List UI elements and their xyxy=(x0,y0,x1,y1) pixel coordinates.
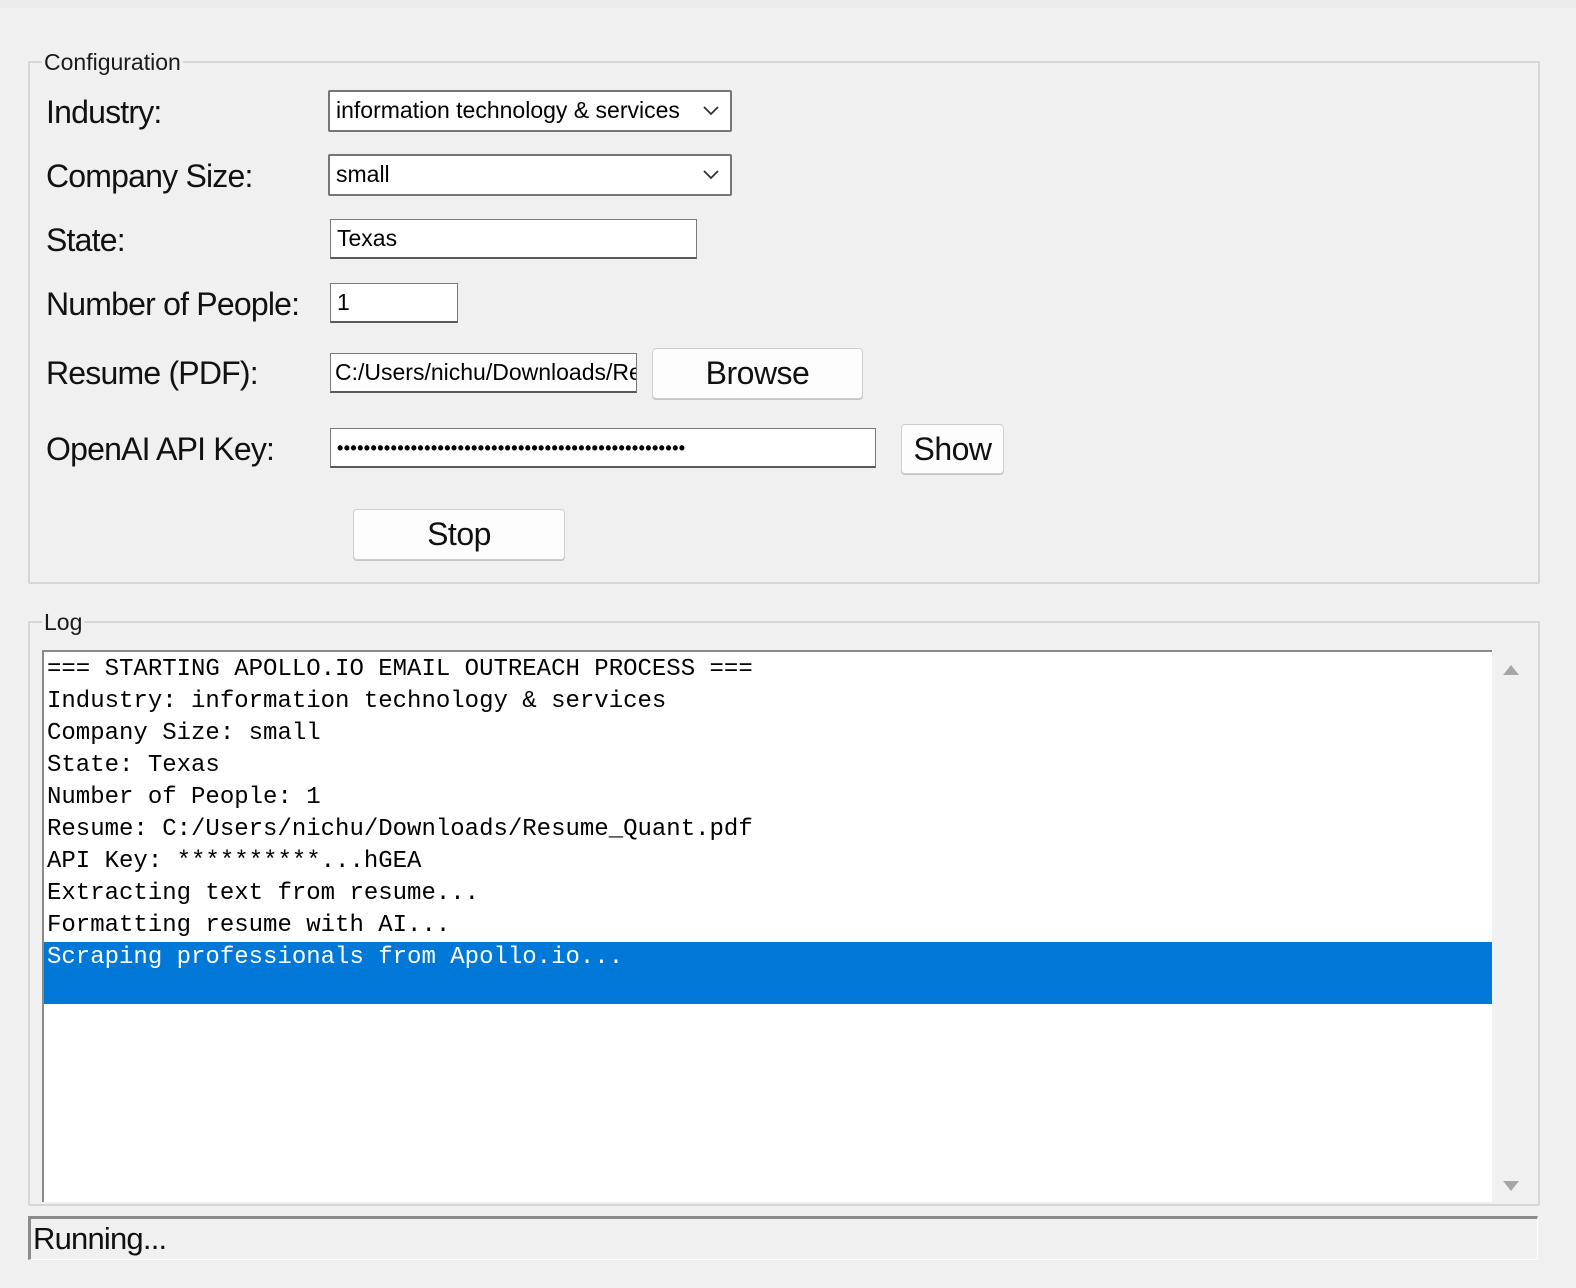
chevron-down-icon[interactable] xyxy=(700,162,722,186)
log-lines: === STARTING APOLLO.IO EMAIL OUTREACH PR… xyxy=(44,654,1492,1004)
log-line: State: Texas xyxy=(47,752,220,779)
company-size-combobox-value: small xyxy=(336,161,390,187)
resume-label: Resume (PDF): xyxy=(46,355,259,391)
log-line: Company Size: small xyxy=(47,720,321,747)
industry-combobox[interactable]: information technology & services xyxy=(328,90,732,132)
industry-combobox-value: information technology & services xyxy=(336,97,680,123)
number-of-people-label: Number of People: xyxy=(46,286,300,322)
state-input[interactable]: Texas xyxy=(330,219,697,259)
log-line: Formatting resume with AI... xyxy=(47,912,451,939)
chevron-down-icon[interactable] xyxy=(700,98,722,122)
log-line: Number of People: 1 xyxy=(47,784,321,811)
scroll-up-arrow-icon[interactable] xyxy=(1502,662,1520,676)
window-top-edge xyxy=(0,0,1576,8)
log-line: Scraping professionals from Apollo.io... xyxy=(44,942,1492,1004)
scroll-down-arrow-icon[interactable] xyxy=(1502,1180,1520,1194)
log-line: Industry: information technology & servi… xyxy=(47,688,667,715)
api-key-label: OpenAI API Key: xyxy=(46,431,275,467)
industry-label: Industry: xyxy=(46,94,162,130)
log-textarea[interactable]: === STARTING APOLLO.IO EMAIL OUTREACH PR… xyxy=(42,650,1492,1202)
log-scrollbar[interactable] xyxy=(1494,652,1528,1204)
log-line: Resume: C:/Users/nichu/Downloads/Resume_… xyxy=(47,816,753,843)
company-size-label: Company Size: xyxy=(46,158,253,194)
company-size-combobox[interactable]: small xyxy=(328,154,732,196)
state-label: State: xyxy=(46,222,126,258)
log-line: Extracting text from resume... xyxy=(47,880,480,907)
browse-button[interactable]: Browse xyxy=(652,348,863,399)
resume-path-input[interactable]: C:/Users/nichu/Downloads/Resume_Quant.pd… xyxy=(330,353,637,393)
configuration-group-title: Configuration xyxy=(44,49,181,75)
stop-button[interactable]: Stop xyxy=(353,509,565,560)
show-key-button[interactable]: Show xyxy=(901,424,1004,474)
status-bar: Running... xyxy=(28,1216,1538,1260)
log-line: API Key: **********...hGEA xyxy=(47,848,422,875)
api-key-input[interactable]: ••••••••••••••••••••••••••••••••••••••••… xyxy=(330,428,876,468)
number-of-people-input[interactable]: 1 xyxy=(330,283,458,323)
log-group-title: Log xyxy=(44,609,83,635)
log-line: === STARTING APOLLO.IO EMAIL OUTREACH PR… xyxy=(47,656,753,683)
